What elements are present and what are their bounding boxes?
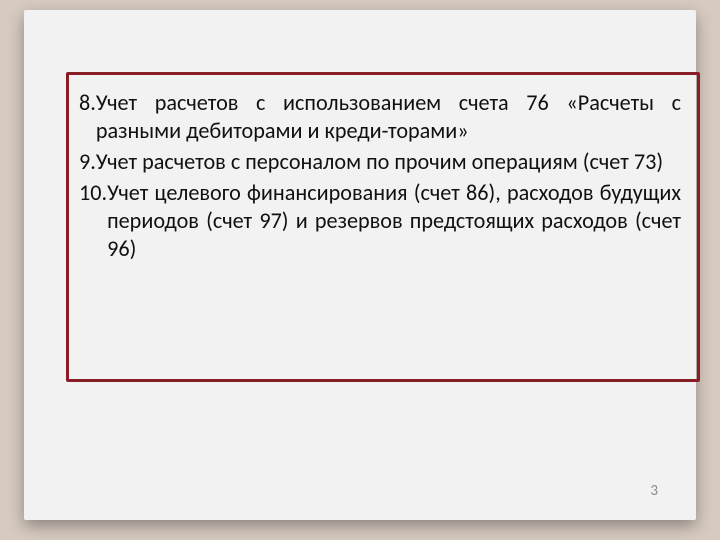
content-frame: 8. Учет расчетов с использованием счета … bbox=[66, 72, 700, 382]
item-text: Учет целевого финансирования (счет 86), … bbox=[107, 179, 681, 263]
slide-paper: 8. Учет расчетов с использованием счета … bbox=[24, 10, 696, 520]
list-item: 8. Учет расчетов с использованием счета … bbox=[79, 89, 681, 145]
slide-stage: 8. Учет расчетов с использованием счета … bbox=[0, 0, 720, 540]
item-text: Учет расчетов с использованием счета 76 … bbox=[96, 89, 681, 145]
item-number: 9. bbox=[79, 148, 96, 176]
list-item: 10. Учет целевого финансирования (счет 8… bbox=[79, 179, 681, 263]
list-item: 9. Учет расчетов с персоналом по прочим … bbox=[79, 148, 681, 176]
item-text: Учет расчетов с персоналом по прочим опе… bbox=[96, 148, 681, 176]
page-number: 3 bbox=[650, 482, 658, 500]
item-number: 8. bbox=[79, 89, 96, 117]
item-number: 10. bbox=[79, 179, 107, 207]
